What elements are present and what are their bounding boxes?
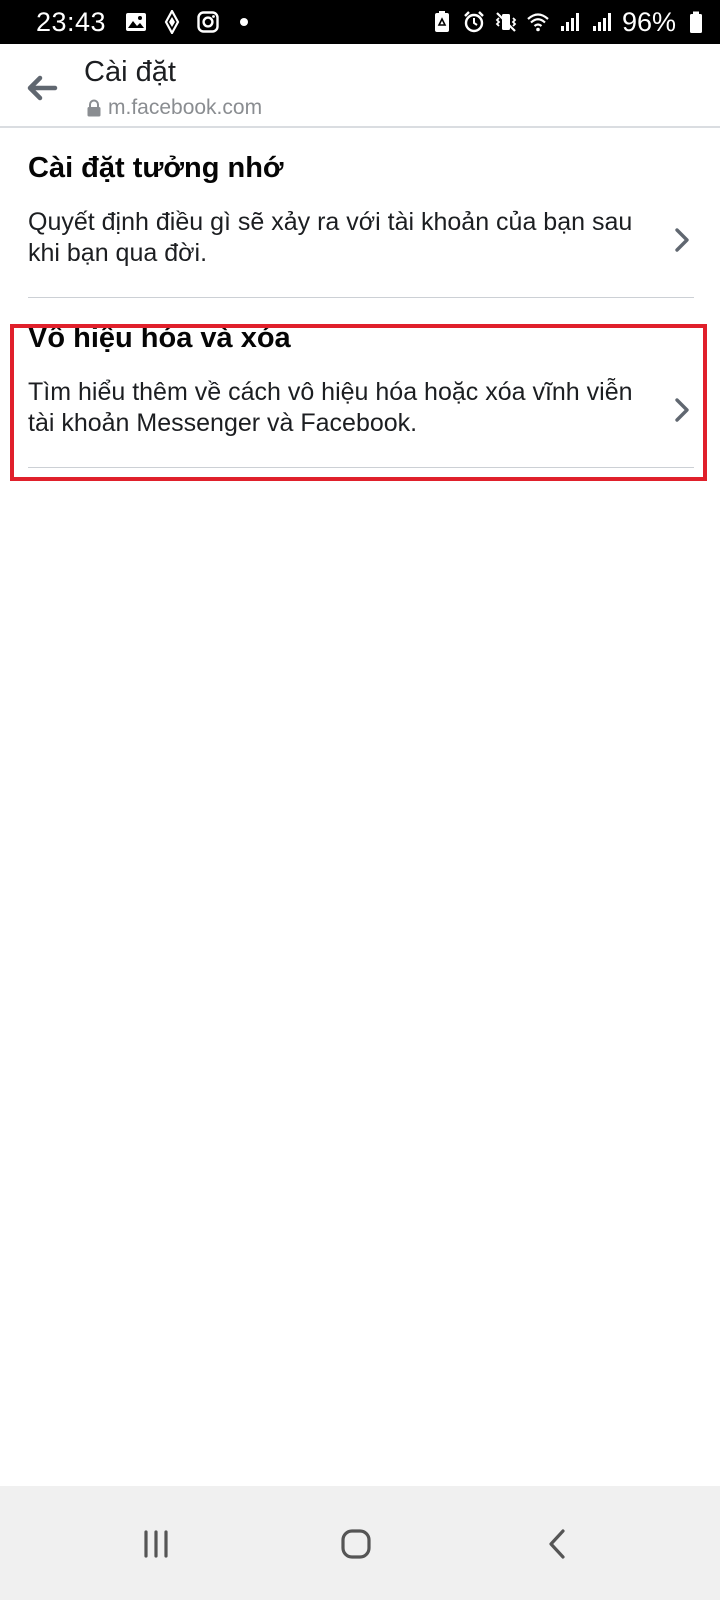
instagram-icon [196,10,220,34]
chevron-right-icon [672,226,692,254]
lock-icon [86,99,102,117]
back-button[interactable] [22,68,62,108]
page-title: Cài đặt [84,56,176,88]
status-left: 23:43 [0,7,256,38]
arrow-left-icon [27,75,58,101]
home-icon [341,1529,371,1559]
status-time: 23:43 [36,6,107,37]
battery-icon [684,10,708,34]
signal-icon [558,10,582,34]
battery-percent: 96% [621,6,676,37]
item-description: Tìm hiểu thêm về cách vô hiệu hóa hoặc x… [28,378,633,437]
alarm-icon [462,10,486,34]
item-title: Cài đặt tưởng nhớ [28,152,284,184]
recents-icon [144,1530,168,1558]
back-icon [549,1529,565,1559]
gallery-icon [124,10,148,34]
recents-button[interactable] [128,1516,184,1572]
wifi-icon [526,10,550,34]
item-title: Vô hiệu hóa và xóa [28,322,291,354]
nav-back-button[interactable] [530,1516,586,1572]
chevron-right-icon [672,396,692,424]
memorial-settings-item[interactable]: Cài đặt tưởng nhớ Quyết định điều gì sẽ … [28,152,694,298]
status-right: 96% [430,0,708,44]
app-header: Cài đặt m.facebook.com [0,44,720,128]
url-text: m.facebook.com [108,96,263,119]
dot-icon [232,10,256,34]
navigation-bar [0,1486,720,1600]
url-label: m.facebook.com [86,96,262,120]
item-description: Quyết định điều gì sẽ xảy ra với tài kho… [28,208,633,267]
home-button[interactable] [328,1516,384,1572]
location-pin-icon [160,10,184,34]
battery-saver-icon [430,10,454,34]
signal-icon [590,10,614,34]
status-bar: 23:43 96% [0,0,720,44]
vibrate-icon [494,10,518,34]
deactivate-delete-item[interactable]: Vô hiệu hóa và xóa Tìm hiểu thêm về cách… [28,322,694,468]
